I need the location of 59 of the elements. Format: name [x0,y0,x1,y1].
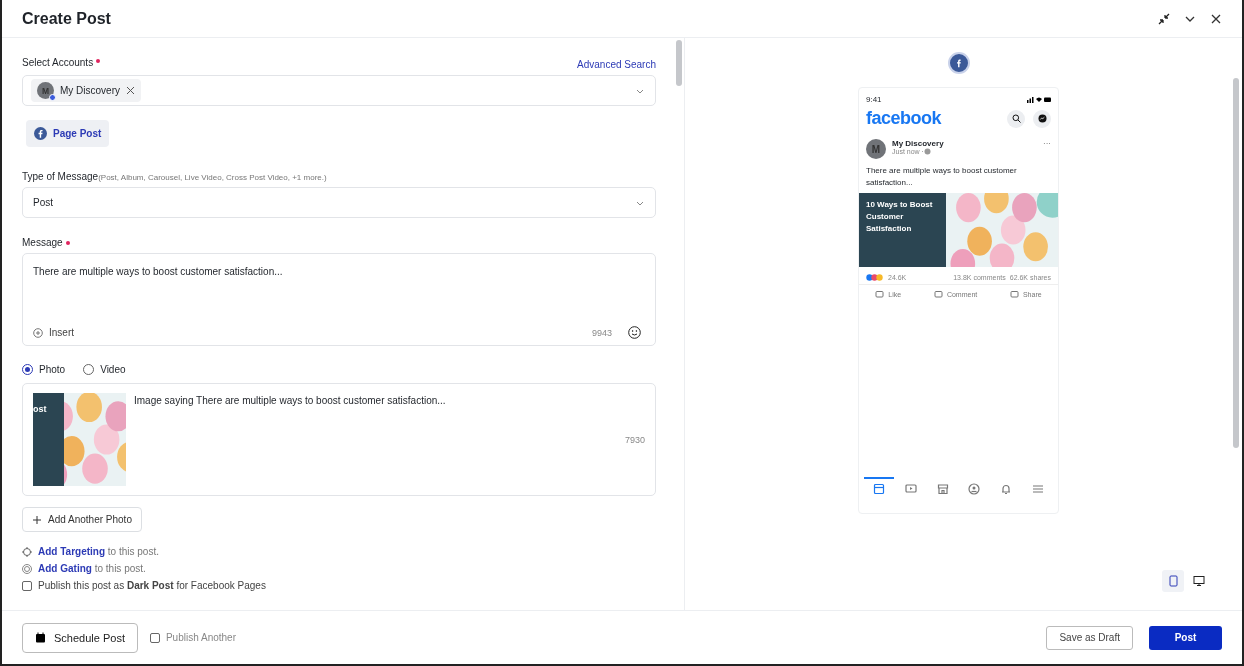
accounts-field[interactable]: M My Discovery [22,75,656,106]
option-link[interactable]: Add Targeting [38,546,106,557]
message-field[interactable]: There are multiple ways to boost customer satisfaction... [23,254,655,326]
post-button[interactable]: Post [1149,625,1222,650]
field-label: Message [22,237,63,248]
field-label: Type of Message(Post, Album, Carousel, Live Video, Cross Post Video, +1 more.) [22,171,327,182]
message-type-select[interactable]: Post [22,187,656,218]
action-icon [875,290,885,300]
image-title: 10 Ways to Boost Customer Satisfaction [859,193,946,268]
calendar-icon [35,632,46,643]
post-text: There are multiple ways to boost customer satisfaction... [865,165,1018,189]
facebook-icon [34,127,47,140]
close-icon[interactable] [126,86,135,95]
media-radio[interactable]: Video [83,364,126,375]
avatar: M [866,139,886,159]
window-title: Create Post [22,9,112,28]
page-post-tab[interactable]: Page Post [26,120,110,147]
status-icons-drawing [1027,96,1051,103]
account-chip[interactable]: M My Discovery [31,79,141,102]
action-icon [1009,290,1019,300]
dark-post-text: Publish this post as Dark Post for Facebook Pages [38,580,266,591]
facebook-icon [947,52,970,74]
status-time: 9:41 [866,95,882,104]
option-link[interactable]: Add Gating [38,563,92,574]
avatar: M [37,82,54,99]
globe-icon [923,148,931,155]
collapse-icon[interactable] [1158,12,1170,25]
advanced-search-link[interactable]: Advanced Search [577,59,656,70]
schedule-post-button[interactable]: Schedule Post [22,622,138,653]
action-icon [933,290,943,300]
close-icon[interactable] [1210,12,1222,25]
insert-button[interactable]: Insert [49,327,74,338]
emoji-icon[interactable] [628,326,641,339]
crosshair-icon [22,546,32,557]
author-name: My Discovery [892,139,944,148]
messenger-icon [1033,109,1051,128]
extra-option-text: Add Targeting to this post. [38,546,159,557]
photo-caption-field[interactable]: Image saying There are multiple ways to boost customer satisfaction... [134,393,617,486]
save-draft-button[interactable]: Save as Draft [1046,625,1133,650]
more-text: ··· [1043,139,1051,148]
extra-option-text: Add Gating to this post. [38,563,146,574]
monitor-icon [1193,575,1205,587]
media-radio[interactable]: Photo [22,364,66,375]
field-label: Select Accounts [22,57,94,68]
character-count: 7930 [624,434,645,445]
plus-icon [32,514,42,525]
character-count: 9943 [591,327,612,338]
brand-logo: facebook [866,108,943,129]
reactions-icon [866,274,884,282]
fingerprint-icon [22,563,32,574]
thumbnail-text: ost [33,393,64,486]
phone-icon [1168,575,1178,587]
search-icon [1007,109,1025,128]
dark-post-checkbox[interactable] [22,580,32,591]
scrollbar-thumb[interactable] [1233,78,1239,448]
add-photo-button[interactable]: Add Another Photo [22,507,142,532]
scrollbar-thumb[interactable] [676,40,682,86]
publish-another-option[interactable]: Publish Another [149,632,1035,643]
plus-circle-icon [33,327,43,338]
